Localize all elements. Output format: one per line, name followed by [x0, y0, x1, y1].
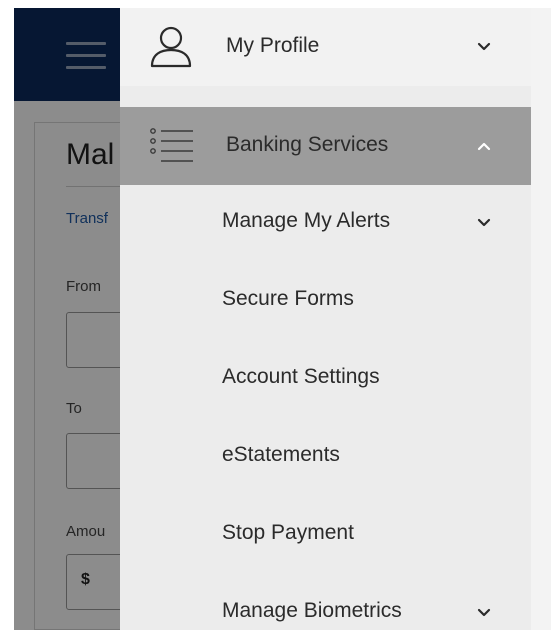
chevron-down-icon	[477, 218, 491, 227]
user-icon	[150, 26, 192, 68]
submenu-item-secure-forms[interactable]: Secure Forms	[120, 263, 531, 341]
chevron-up-icon	[477, 142, 491, 151]
submenu-label: Manage My Alerts	[222, 209, 391, 232]
menu-label-my-profile: My Profile	[226, 34, 320, 57]
drawer-edge	[531, 8, 551, 630]
submenu-item-stop-payment[interactable]: Stop Payment	[120, 497, 531, 575]
submenu-label: eStatements	[222, 443, 340, 466]
submenu-item-estatements[interactable]: eStatements	[120, 419, 531, 497]
submenu-item-account-settings[interactable]: Account Settings	[120, 341, 531, 419]
submenu-label: Secure Forms	[222, 287, 354, 310]
submenu-item-manage-my-alerts[interactable]: Manage My Alerts	[120, 185, 531, 263]
chevron-down-icon	[477, 42, 491, 51]
submenu-label: Stop Payment	[222, 521, 354, 544]
submenu-item-manage-biometrics[interactable]: Manage Biometrics	[120, 575, 531, 630]
submenu-label: Account Settings	[222, 365, 380, 388]
navigation-drawer: My Profile Banking Services Manage My Al…	[120, 8, 531, 630]
submenu-label: Manage Biometrics	[222, 599, 402, 622]
menu-item-my-profile[interactable]: My Profile	[120, 8, 531, 86]
chevron-down-icon	[477, 608, 491, 617]
menu-item-banking-services[interactable]: Banking Services	[120, 107, 531, 185]
menu-label-banking-services: Banking Services	[226, 133, 389, 156]
list-icon	[150, 128, 193, 162]
